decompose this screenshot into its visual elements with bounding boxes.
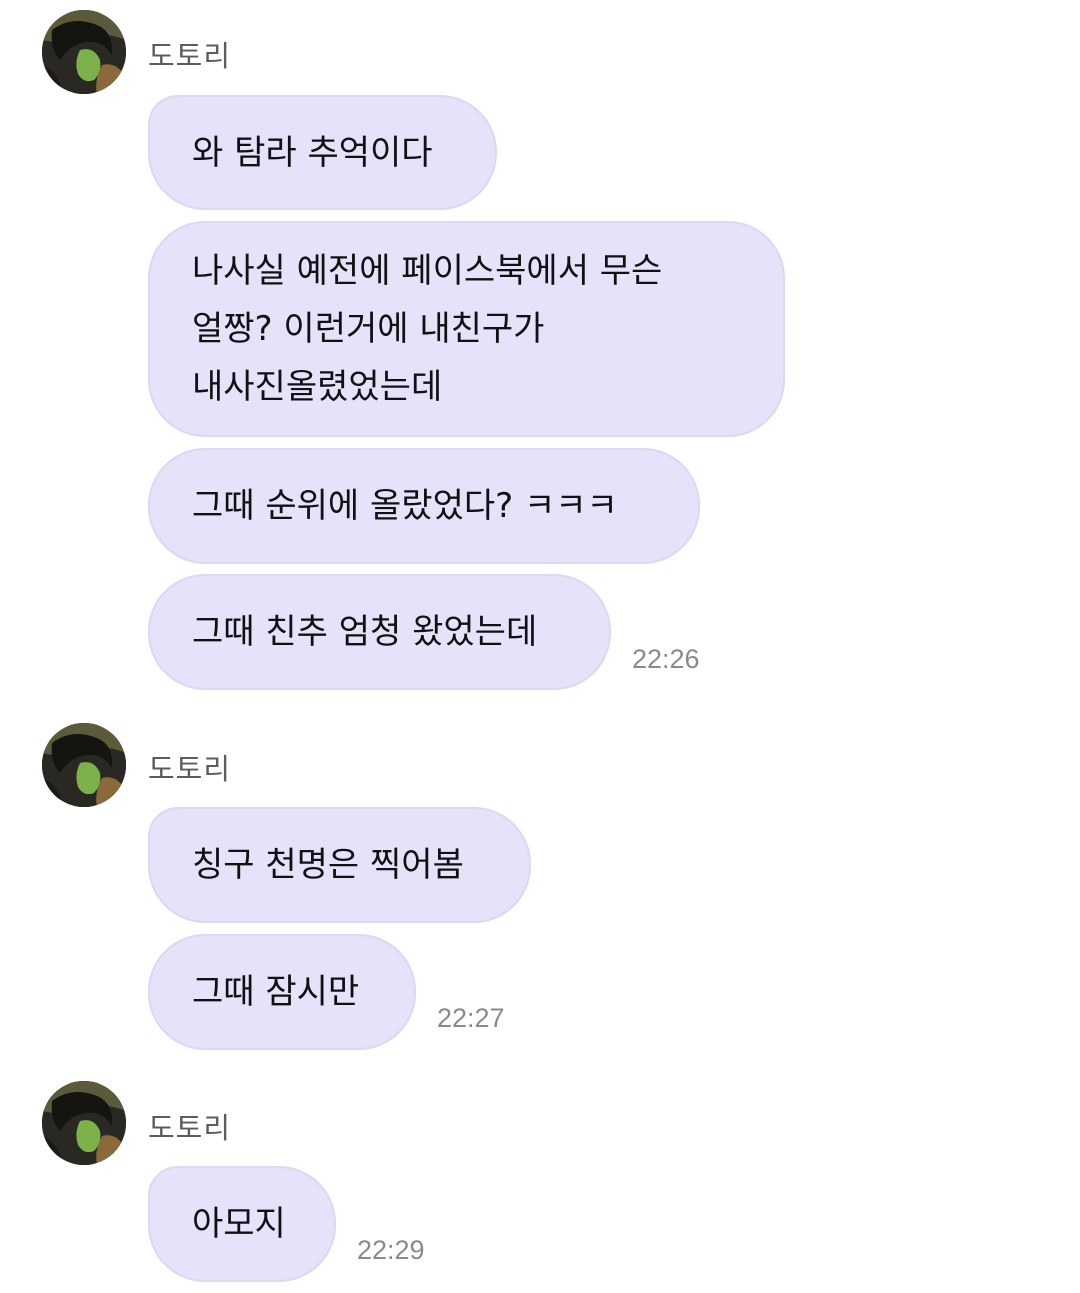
message-text: 그때 친추 엄청 왔었는데 (192, 612, 538, 652)
message-time: 22:26 (632, 644, 700, 674)
avatar[interactable] (42, 723, 126, 807)
profile-photo-icon (42, 723, 126, 807)
message-time: 22:27 (437, 1003, 505, 1033)
message-text-line: 얼짱? 이런거에 내친구가 (192, 309, 545, 349)
sender-name: 도토리 (148, 752, 232, 786)
message-bubble[interactable]: 와 탐라 추억이다 (148, 95, 497, 210)
message-bubble[interactable]: 칭구 천명은 찍어봄 (148, 807, 531, 923)
message-bubble[interactable]: 나사실 예전에 페이스북에서 무슨 얼짱? 이런거에 내친구가 내사진올렸었는데 (148, 221, 785, 437)
avatar[interactable] (42, 10, 126, 94)
profile-photo-icon (42, 10, 126, 94)
message-bubble[interactable]: 그때 순위에 올랐었다? ㅋㅋㅋ (148, 448, 700, 564)
message-text: 그때 순위에 올랐었다? ㅋㅋㅋ (192, 486, 618, 526)
sender-name: 도토리 (148, 39, 232, 73)
message-time: 22:29 (357, 1235, 425, 1265)
message-bubble[interactable]: 아모지 (148, 1166, 336, 1282)
avatar[interactable] (42, 1081, 126, 1165)
message-text: 칭구 천명은 찍어봄 (192, 845, 464, 885)
message-text: 와 탐라 추억이다 (192, 132, 433, 173)
sender-name: 도토리 (148, 1111, 232, 1145)
message-text-line: 내사진올렸었는데 (192, 367, 443, 407)
message-text: 그때 잠시만 (192, 972, 360, 1012)
profile-photo-icon (42, 1081, 126, 1165)
message-bubble[interactable]: 그때 잠시만 (148, 934, 416, 1050)
message-bubble[interactable]: 그때 친추 엄청 왔었는데 (148, 574, 611, 690)
message-text: 아모지 (192, 1204, 286, 1244)
message-text-line: 나사실 예전에 페이스북에서 무슨 (192, 251, 663, 291)
